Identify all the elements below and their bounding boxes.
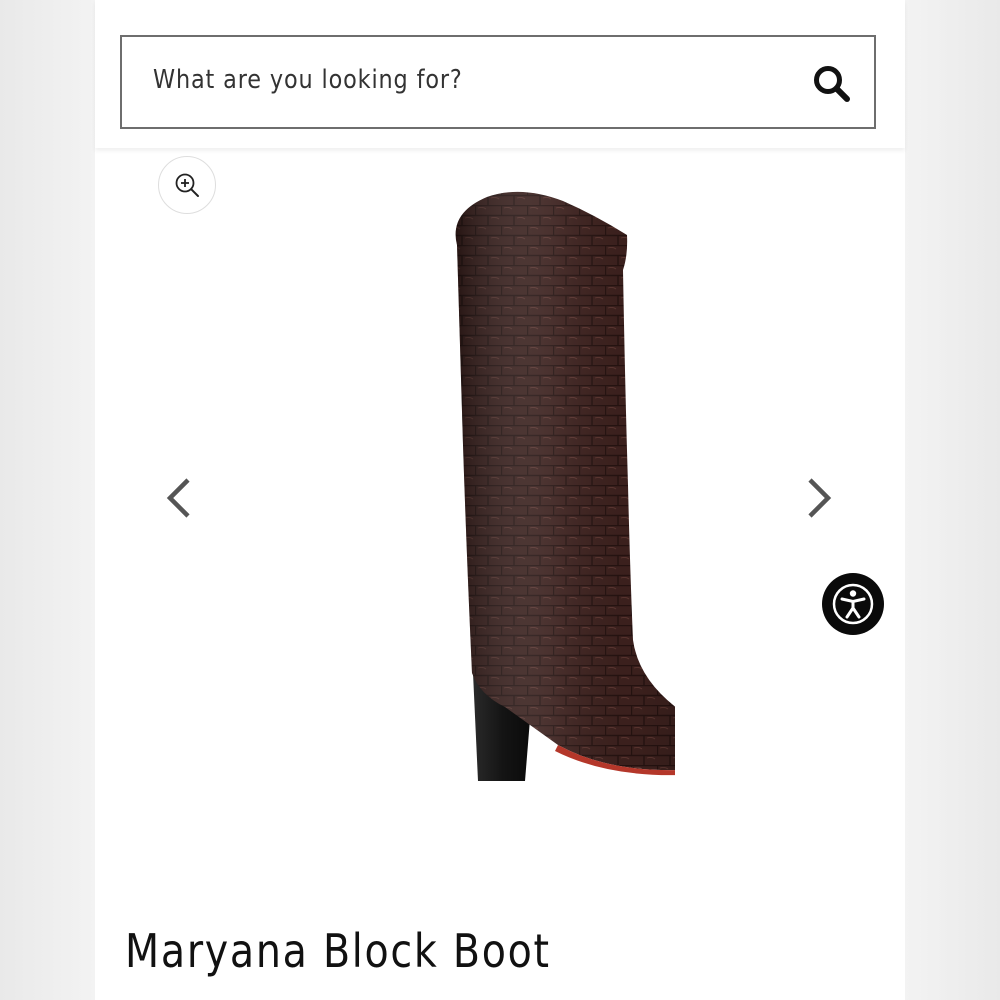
zoom-button[interactable] — [158, 156, 216, 214]
product-image — [345, 185, 756, 795]
search-icon[interactable] — [811, 63, 853, 105]
product-title: Maryana Block Boot — [125, 924, 551, 978]
next-image-button[interactable] — [800, 468, 840, 528]
search-placeholder: What are you looking for? — [153, 65, 463, 95]
mobile-page: What are you looking for? Maryana Block … — [95, 0, 905, 1000]
zoom-in-icon — [175, 173, 199, 197]
accessibility-icon — [832, 583, 874, 625]
search-header: What are you looking for? — [95, 0, 905, 148]
previous-image-button[interactable] — [158, 468, 198, 528]
accessibility-button[interactable] — [822, 573, 884, 635]
search-input[interactable]: What are you looking for? — [120, 35, 876, 129]
chevron-right-icon — [808, 478, 832, 518]
chevron-left-icon — [166, 478, 190, 518]
